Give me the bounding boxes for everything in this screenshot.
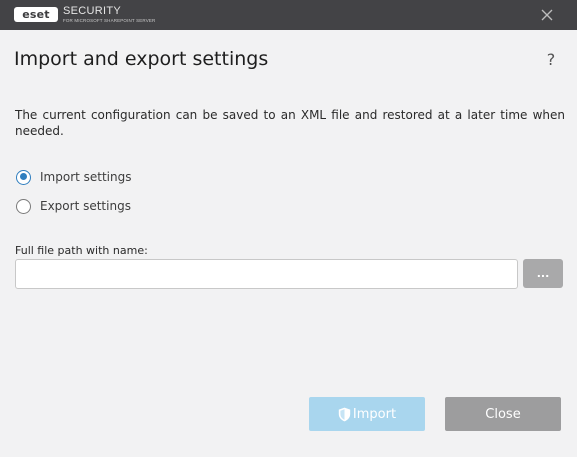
browse-button[interactable]: ... [523,259,563,288]
close-button-label: Close [485,406,521,422]
eset-logo-text: eset [22,8,50,21]
file-path-input[interactable] [15,259,518,289]
help-icon[interactable]: ? [543,50,559,70]
title-bar: eset SECURITY FOR MICROSOFT SHAREPOINT S… [0,0,577,30]
shield-icon [338,407,351,422]
close-icon[interactable] [539,7,555,23]
page-title: Import and export settings [14,48,269,70]
import-button-label: Import [352,406,397,422]
radio-label-export: Export settings [40,199,131,213]
close-button[interactable]: Close [445,397,561,431]
radio-button-selected[interactable] [16,169,31,185]
import-button[interactable]: Import [309,397,425,431]
product-name: SECURITY [63,5,122,17]
radio-label-import: Import settings [40,170,132,184]
description-text: The current configuration can be saved t… [15,108,565,138]
radio-import-settings[interactable]: Import settings [16,168,132,186]
product-subtitle: FOR MICROSOFT SHAREPOINT SERVER [63,18,156,23]
eset-logo: eset [14,7,58,22]
radio-button-unselected[interactable] [16,198,31,214]
radio-export-settings[interactable]: Export settings [16,197,131,215]
file-path-label: Full file path with name: [15,244,148,257]
